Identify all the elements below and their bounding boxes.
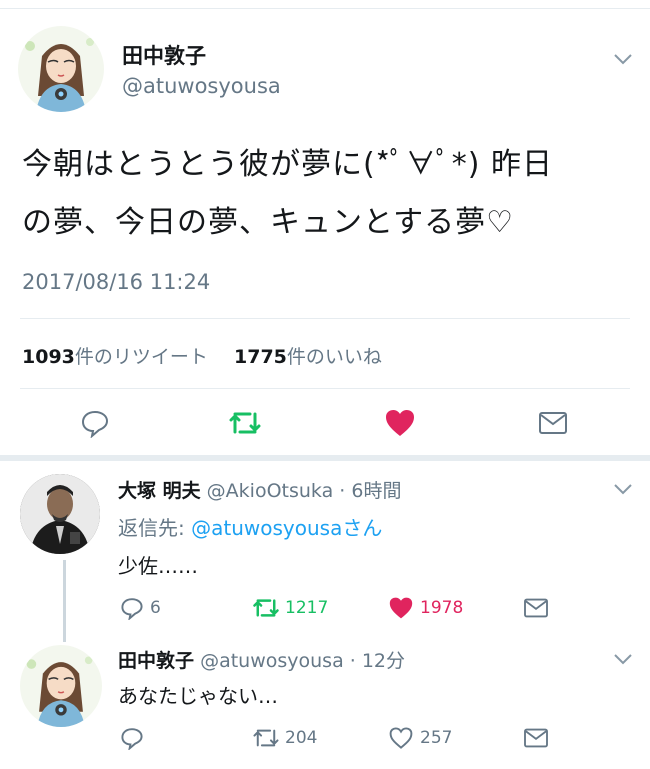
reply2-header: 田中敦子 @atuwosyousa · 12分 [118,646,405,673]
avatar-otsuka[interactable] [20,474,100,554]
tweet-text-line1: 今朝はとうとう彼が夢に(*ﾟ∀ﾟ*) 昨日 [22,147,553,182]
heart-outline-icon[interactable] [388,726,414,750]
dm-icon[interactable] [538,410,568,436]
reply1-handle-time[interactable]: @AkioOtsuka · 6時間 [207,480,402,502]
retweet-icon[interactable] [252,727,280,749]
retweet-icon[interactable] [252,597,280,619]
reply-to-link[interactable]: @atuwosyousaさん [191,516,382,540]
tweet-text-line2: の夢、今日の夢、キュンとする夢♡ [22,205,514,240]
reply2-like-count: 257 [420,728,453,748]
reply2-handle-time[interactable]: @atuwosyousa · 12分 [200,650,405,672]
like-count[interactable]: 1775 [234,346,287,368]
reply1-reply-count: 6 [150,598,161,618]
retweet-label[interactable]: 件のリツイート [75,346,208,368]
reply-icon[interactable] [80,408,110,438]
divider [20,318,630,319]
heart-icon[interactable] [384,408,416,438]
reply2-text: あなたじゃない… [118,684,278,708]
reply-icon[interactable] [120,596,144,620]
dm-icon[interactable] [523,727,549,749]
like-label[interactable]: 件のいいね [287,346,382,368]
reply1-header: 大塚 明夫 @AkioOtsuka · 6時間 [118,476,401,503]
handle[interactable]: @atuwosyousa [122,74,281,98]
divider [20,388,630,389]
avatar-tanaka[interactable] [20,645,102,727]
section-divider [0,455,650,461]
reply2-display-name[interactable]: 田中敦子 [118,650,194,672]
reply1-like-count: 1978 [420,598,464,618]
reply-to-prefix: 返信先: [118,516,192,540]
chevron-down-icon[interactable] [612,652,634,666]
timestamp[interactable]: 2017/08/16 11:24 [22,270,210,294]
heart-icon[interactable] [388,596,414,620]
dm-icon[interactable] [523,597,549,619]
chevron-down-icon[interactable] [612,52,634,66]
chevron-down-icon[interactable] [612,482,634,496]
tweet-stats: 1093件のリツイート 1775件のいいね [22,342,382,369]
reply-icon[interactable] [120,726,144,750]
reply1-retweet-count: 1217 [285,598,329,618]
reply1-reply-to: 返信先: @atuwosyousaさん [118,512,382,541]
reply1-text: 少佐…… [118,554,198,578]
display-name[interactable]: 田中敦子 [122,40,206,70]
retweet-count[interactable]: 1093 [22,346,75,368]
reply1-display-name[interactable]: 大塚 明夫 [118,480,201,502]
top-divider [0,8,650,9]
thread-line [63,560,66,642]
reply2-retweet-count: 204 [285,728,318,748]
retweet-icon[interactable] [228,410,262,436]
avatar-tanaka[interactable] [18,26,104,112]
